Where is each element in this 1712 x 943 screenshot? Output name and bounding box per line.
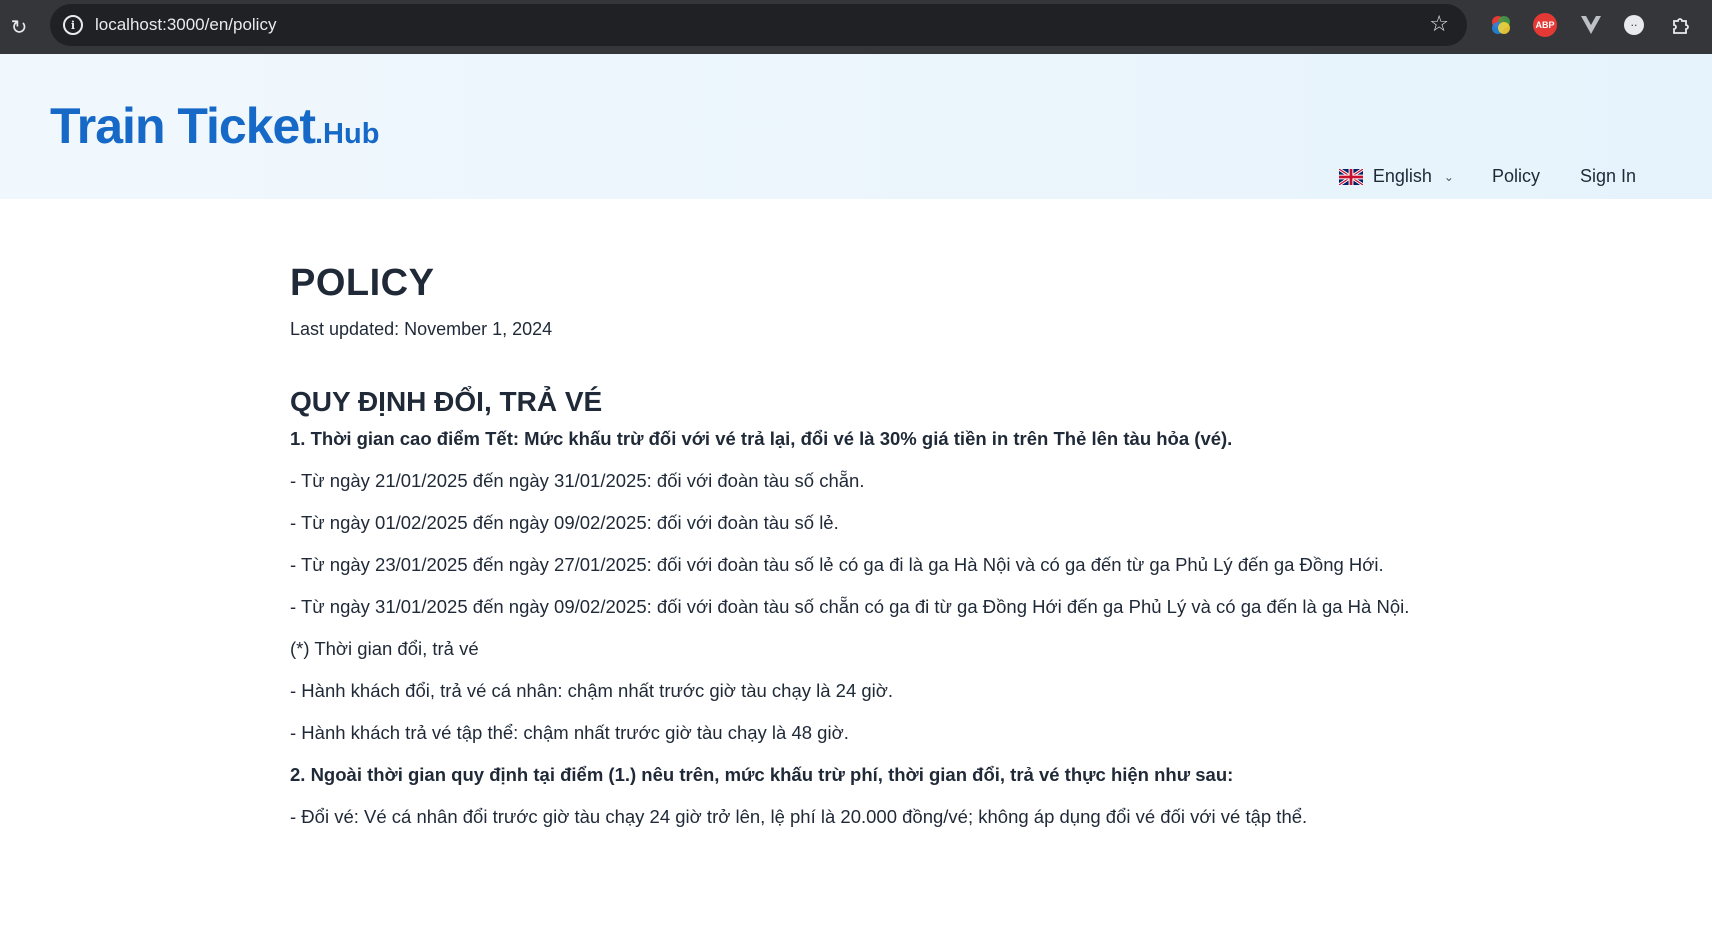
page-title: POLICY [290, 262, 435, 304]
nav-policy-link[interactable]: Policy [1492, 166, 1540, 187]
policy-paragraph: (*) Thời gian đổi, trả vé [290, 638, 479, 659]
site-info-icon[interactable]: i [63, 15, 83, 35]
policy-paragraph: - Hành khách trả vé tập thể: chậm nhất t… [290, 722, 849, 743]
adblock-plus-icon[interactable]: ABP [1533, 13, 1557, 37]
url-text[interactable]: localhost:3000/en/policy [95, 15, 276, 35]
reload-icon[interactable]: ↻ [0, 0, 38, 54]
language-label: English [1372, 166, 1432, 186]
nav-signin-link[interactable]: Sign In [1580, 166, 1636, 187]
color-extension-icon[interactable] [1488, 12, 1514, 38]
policy-paragraph: - Từ ngày 23/01/2025 đến ngày 27/01/2025… [290, 554, 1384, 575]
bookmark-star-icon[interactable]: ☆ [1429, 12, 1449, 37]
uk-flag-icon [1338, 168, 1363, 185]
policy-paragraph: - Từ ngày 01/02/2025 đến ngày 09/02/2025… [290, 512, 839, 533]
vue-devtools-icon[interactable] [1578, 12, 1604, 38]
policy-paragraph: - Hành khách đổi, trả vé cá nhân: chậm n… [290, 680, 894, 701]
policy-paragraph: - Từ ngày 21/01/2025 đến ngày 31/01/2025… [290, 470, 865, 491]
extensions-puzzle-icon[interactable] [1668, 12, 1694, 38]
language-selector[interactable]: English ⌄ [1338, 166, 1454, 187]
main-nav: English ⌄ Policy Sign In [1338, 166, 1636, 187]
policy-paragraph: - Đổi vé: Vé cá nhân đổi trước giờ tàu c… [290, 806, 1308, 827]
extension-dot-icon[interactable]: ·· [1624, 15, 1644, 35]
chevron-down-icon: ⌄ [1443, 169, 1454, 184]
logo-main-text: Train Ticket [50, 98, 316, 154]
policy-paragraph: 2. Ngoài thời gian quy định tại điểm (1.… [290, 764, 1234, 785]
policy-content: POLICY Last updated: November 1, 2024 QU… [290, 262, 1420, 832]
section-title: QUY ĐỊNH ĐỔI, TRẢ VÉ [290, 386, 603, 417]
logo-suffix-text: .Hub [314, 118, 380, 150]
site-logo[interactable]: Train Ticket.Hub [50, 97, 379, 155]
address-bar[interactable]: i localhost:3000/en/policy ☆ [50, 4, 1467, 46]
policy-paragraph: 1. Thời gian cao điểm Tết: Mức khấu trừ … [290, 428, 1233, 449]
policy-paragraph: - Từ ngày 31/01/2025 đến ngày 09/02/2025… [290, 596, 1410, 617]
last-updated-text: Last updated: November 1, 2024 [290, 319, 553, 339]
browser-toolbar: ↻ i localhost:3000/en/policy ☆ ABP ·· [0, 0, 1712, 54]
site-header: Train Ticket.Hub English ⌄ Policy Sign I… [0, 54, 1712, 199]
